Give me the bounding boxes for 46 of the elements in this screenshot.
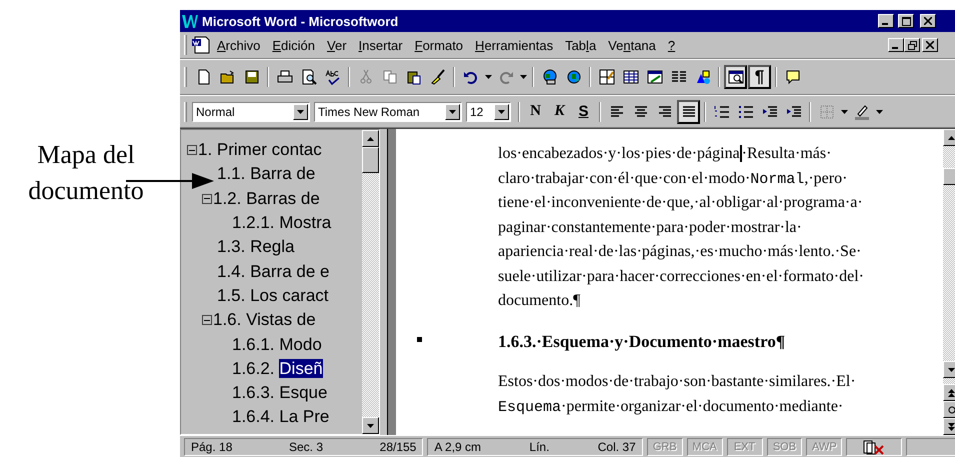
document-text-line: claro·trabajar·con·él·que·con·el·modo·Normal,·pero· xyxy=(498,170,848,188)
document-map-item[interactable]: 1.2. Barras de xyxy=(213,188,320,209)
document-text-line: suele·utilizar·para·hacer·correcciones·en·el·formato·del· xyxy=(498,268,864,286)
underline-button[interactable]: S xyxy=(572,100,595,124)
menu-item[interactable]: Formato xyxy=(408,38,470,52)
document-text-line: tiene·el·inconveniente·de·que,·al·obligar·al·programa·a· xyxy=(498,194,863,212)
document-map-item[interactable]: 1.3. Regla xyxy=(217,237,294,258)
status-text: Sec. 3 xyxy=(289,440,324,454)
document-text-line: Estos·dos·modos·de·trabajo·son·bastante·similares.·El· xyxy=(498,373,856,392)
font-dropdown[interactable]: Times New Roman xyxy=(314,102,462,122)
status-text: Pág. 18 xyxy=(191,440,232,454)
document-text-line: apariencia·real·de·las·páginas,·es·mucho·más·lento.·Se· xyxy=(498,243,862,262)
status-text: Col. 37 xyxy=(598,440,636,454)
status-text: 28/155 xyxy=(380,440,416,454)
annotation-label: Mapa del documento xyxy=(27,139,145,207)
document-text-line: Esquema·permite·organizar·el·documento·mediante· xyxy=(498,398,844,416)
menu-item[interactable]: Ver xyxy=(321,38,353,52)
menu-item[interactable]: Tabla xyxy=(559,38,602,52)
document-map-item[interactable]: 1. Primer contac xyxy=(198,140,322,160)
document-map-item[interactable]: 1.6. Vistas de xyxy=(213,310,316,330)
pilcrow-button[interactable]: ¶ xyxy=(748,65,771,89)
menu-item[interactable]: Ventana xyxy=(602,38,662,52)
document-map-item[interactable]: 1.5. Los caract xyxy=(217,286,329,306)
window-title: Microsoft Word - Microsoftword xyxy=(202,14,400,28)
bold-button[interactable]: N xyxy=(524,100,547,124)
style-dropdown[interactable]: Normal xyxy=(192,102,310,122)
status-text: A 2,9 cm xyxy=(434,440,482,454)
section-heading: 1.6.3.·Esquema·y·Documento·maestro¶ xyxy=(498,332,785,352)
document-text-line: los·encabezados·y·los·pies·de·página·Resulta·más· xyxy=(498,145,832,164)
italic-button[interactable]: K xyxy=(548,100,571,124)
font-size-dropdown[interactable]: 12 xyxy=(466,102,511,122)
menu-item[interactable]: ? xyxy=(662,38,682,52)
menu-item[interactable]: Herramientas xyxy=(469,38,560,52)
document-map-item[interactable]: 1.1. Barra de xyxy=(217,164,316,184)
status-text: Lín. xyxy=(529,440,550,454)
menu-item[interactable]: Edición xyxy=(266,38,321,52)
document-map-item[interactable]: 1.6.3. Esque xyxy=(232,383,328,404)
document-map-item[interactable]: 1.4. Barra de e xyxy=(217,262,330,282)
document-map-item[interactable]: 1.6.2. Diseñ xyxy=(232,358,323,379)
document-map-item[interactable]: 1.6.1. Modo xyxy=(232,334,322,355)
document-map-item[interactable]: 1.2.1. Mostra xyxy=(232,213,332,234)
menu-item[interactable]: Insertar xyxy=(352,38,409,52)
document-text-line: documento.¶ xyxy=(498,292,580,310)
document-map-item[interactable]: 1.6.4. La Pre xyxy=(232,407,330,428)
document-text-line: paginar·constantemente·para·poder·mostrar·la· xyxy=(498,218,802,237)
menu-item[interactable]: Archivo xyxy=(211,38,266,52)
